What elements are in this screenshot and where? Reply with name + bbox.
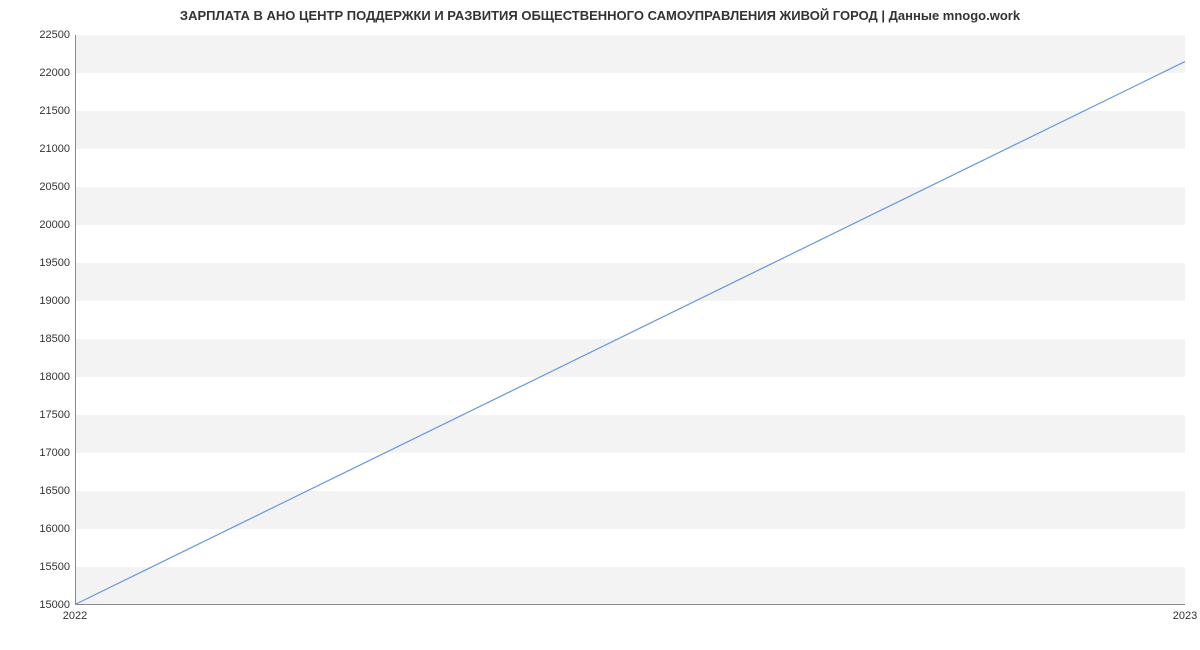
chart-line-svg — [76, 35, 1185, 604]
chart-title: ЗАРПЛАТА В АНО ЦЕНТР ПОДДЕРЖКИ И РАЗВИТИ… — [0, 8, 1200, 23]
plot-area — [75, 35, 1185, 605]
y-tick-label: 19000 — [39, 295, 70, 307]
x-tick-label: 2022 — [63, 610, 87, 622]
y-tick-label: 21500 — [39, 105, 70, 117]
y-tick-label: 16000 — [39, 523, 70, 535]
y-tick-label: 18500 — [39, 333, 70, 345]
y-tick-label: 15500 — [39, 561, 70, 573]
x-tick-label: 2023 — [1173, 610, 1197, 622]
y-tick-label: 17500 — [39, 409, 70, 421]
y-tick-label: 17000 — [39, 447, 70, 459]
y-tick-label: 20500 — [39, 181, 70, 193]
y-tick-label: 16500 — [39, 485, 70, 497]
y-tick-label: 19500 — [39, 257, 70, 269]
y-tick-label: 18000 — [39, 371, 70, 383]
y-tick-label: 22500 — [39, 29, 70, 41]
y-tick-label: 20000 — [39, 219, 70, 231]
data-line — [76, 62, 1185, 604]
y-tick-label: 21000 — [39, 143, 70, 155]
y-tick-label: 22000 — [39, 67, 70, 79]
